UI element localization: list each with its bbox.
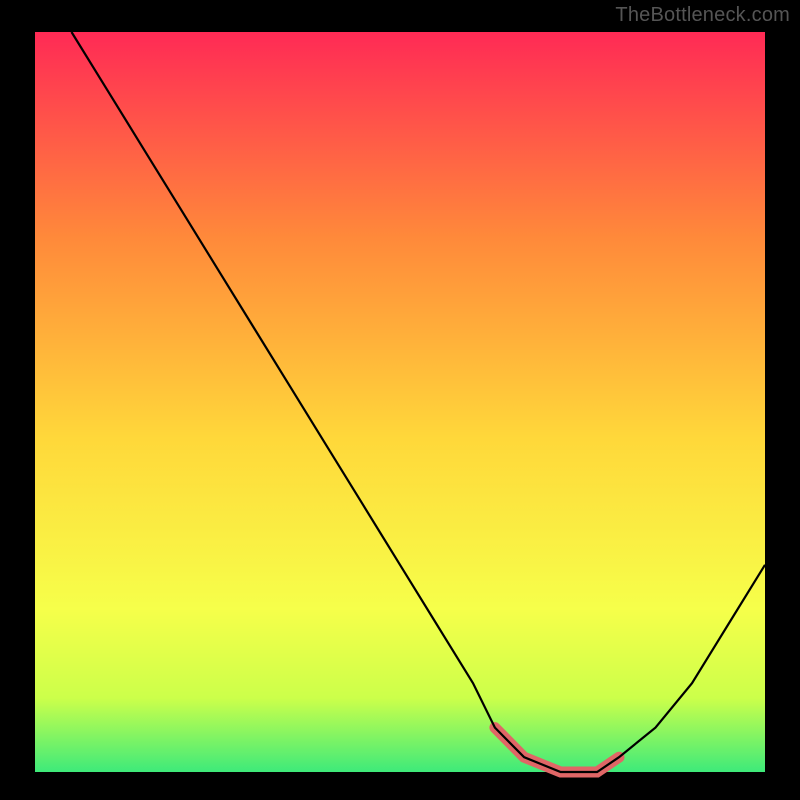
plot-background bbox=[35, 32, 765, 772]
chart-svg bbox=[0, 0, 800, 800]
watermark-text: TheBottleneck.com bbox=[615, 4, 790, 27]
chart-frame: TheBottleneck.com bbox=[0, 0, 800, 800]
